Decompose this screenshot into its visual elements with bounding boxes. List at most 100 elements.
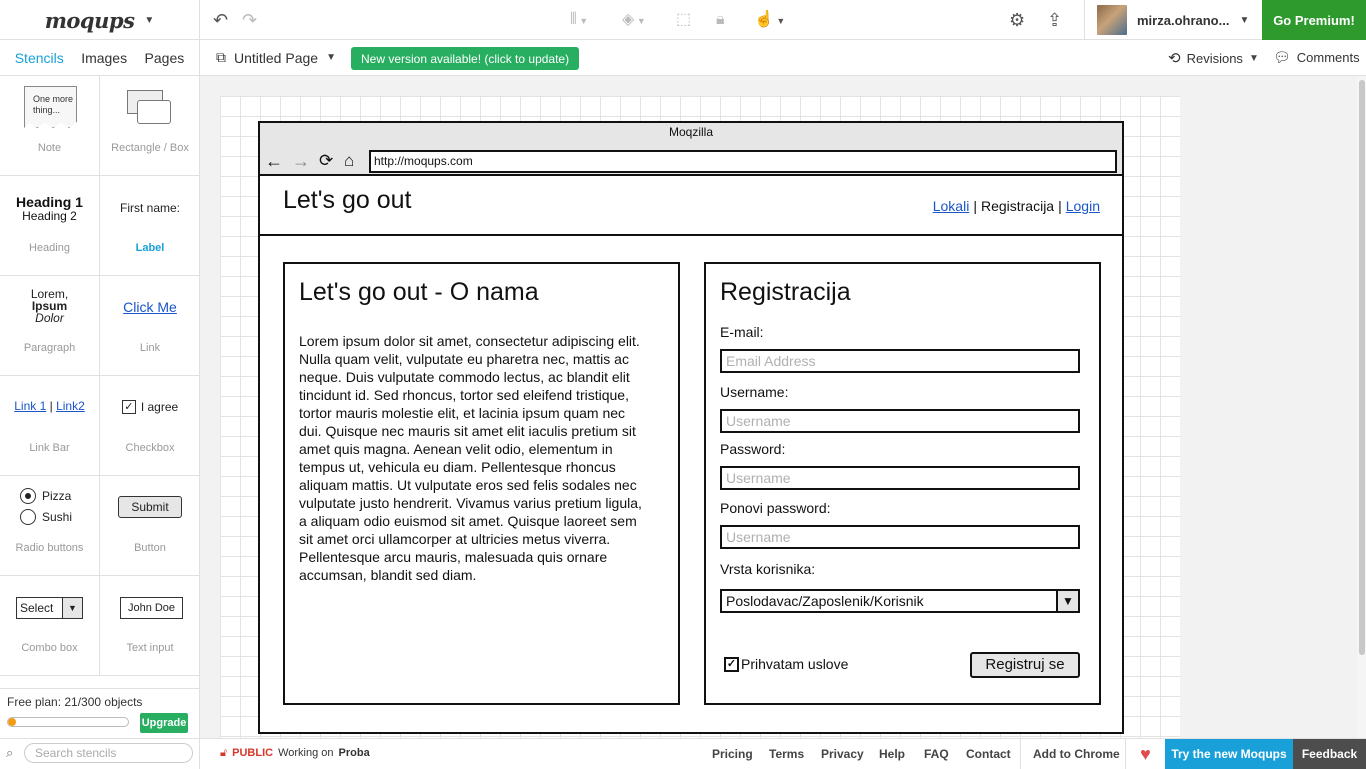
header-divider bbox=[260, 234, 1122, 236]
project-status: 🔓︎ PUBLIC Working on Proba bbox=[220, 747, 370, 760]
heart-icon[interactable]: ♥ bbox=[1125, 739, 1165, 769]
user-type-label[interactable]: Vrsta korisnika: bbox=[720, 561, 815, 577]
try-new-moqups-button[interactable]: Try the new Moqups bbox=[1165, 739, 1293, 769]
repeat-password-field[interactable]: Username bbox=[720, 525, 1080, 549]
username-label[interactable]: Username: bbox=[720, 384, 788, 400]
combo-preview-text: Select bbox=[20, 601, 54, 615]
stencil-label: Link bbox=[139, 342, 161, 354]
chevron-down-icon: ▼ bbox=[144, 14, 155, 26]
share-icon[interactable]: ⇪ bbox=[1047, 10, 1062, 30]
footer-link-faq[interactable]: FAQ bbox=[924, 747, 949, 761]
upgrade-button[interactable]: Upgrade bbox=[140, 713, 188, 733]
stencil-link-bar[interactable]: Link 1 | Link2 Link Bar bbox=[0, 376, 100, 476]
nav-link-registracija[interactable]: Registracija bbox=[981, 198, 1054, 214]
forward-arrow-icon: → bbox=[292, 151, 310, 171]
frame-icon[interactable]: ⬚ bbox=[676, 10, 691, 30]
password-field[interactable]: Username bbox=[720, 466, 1080, 490]
public-badge[interactable]: PUBLIC bbox=[232, 747, 273, 760]
update-notice-button[interactable]: New version available! (click to update) bbox=[351, 47, 580, 70]
nav-link-lokali[interactable]: Lokali bbox=[933, 198, 970, 214]
about-panel[interactable]: Let's go out - O nama Lorem ipsum dolor … bbox=[283, 262, 680, 705]
rectangle-preview bbox=[137, 100, 171, 124]
url-bar[interactable]: http://moqups.com bbox=[369, 150, 1117, 173]
stencil-label: Heading bbox=[29, 242, 70, 254]
layers-icon[interactable]: ◈ ▼ bbox=[622, 10, 646, 31]
project-name: Proba bbox=[338, 747, 370, 759]
label-preview: First name: bbox=[119, 201, 180, 215]
about-paragraph[interactable]: Lorem ipsum dolor sit amet, consectetur … bbox=[299, 332, 651, 584]
scrollbar-thumb[interactable] bbox=[1359, 80, 1365, 655]
footer-link-terms[interactable]: Terms bbox=[769, 747, 804, 761]
footer-divider bbox=[1020, 739, 1021, 769]
feedback-button[interactable]: Feedback bbox=[1293, 739, 1366, 769]
site-nav-link-bar[interactable]: Lokali | Registracija | Login bbox=[933, 198, 1100, 214]
interaction-icon[interactable]: ☝ ▼ bbox=[754, 10, 785, 31]
go-premium-button[interactable]: Go Premium! bbox=[1262, 0, 1366, 40]
stencil-heading[interactable]: Heading 1 Heading 2 Heading bbox=[0, 176, 100, 276]
stencil-button[interactable]: Submit Button bbox=[100, 476, 199, 576]
stencil-label: Rectangle / Box bbox=[111, 142, 189, 154]
stencil-note[interactable]: One more thing... Note bbox=[0, 76, 100, 176]
stencil-label: Radio buttons bbox=[15, 542, 84, 554]
lock-icon[interactable]: 🔒︎ bbox=[716, 10, 725, 30]
logo-menu[interactable]: moqups ▼ bbox=[0, 0, 200, 40]
plan-progress-bar bbox=[7, 717, 129, 727]
comments-button[interactable]: 💬︎ Comments bbox=[1273, 49, 1360, 66]
footer-link-pricing[interactable]: Pricing bbox=[712, 747, 753, 761]
tab-images[interactable]: Images bbox=[81, 50, 127, 66]
chevron-down-icon: ▼ bbox=[1239, 14, 1250, 26]
footer-bar: ⌕ 🔓︎ PUBLIC Working on Proba Pricing Ter… bbox=[0, 738, 1366, 769]
footer-link-privacy[interactable]: Privacy bbox=[821, 747, 864, 761]
email-field[interactable]: Email Address bbox=[720, 349, 1080, 373]
stencil-link[interactable]: Click Me Link bbox=[100, 276, 199, 376]
footer-link-help[interactable]: Help bbox=[879, 747, 905, 761]
terms-checkbox[interactable]: ✓ Prihvatam uslove bbox=[724, 656, 848, 672]
stencil-text-input[interactable]: John Doe Text input bbox=[100, 576, 199, 676]
stencil-combo-box[interactable]: Select ▼ Combo box bbox=[0, 576, 100, 676]
paragraph-preview-3: Dolor bbox=[35, 311, 64, 325]
user-menu[interactable]: mirza.ohrano... ▼ bbox=[1084, 0, 1262, 40]
checkbox-checked-icon: ✓ bbox=[724, 656, 739, 672]
repeat-password-label[interactable]: Ponovi password: bbox=[720, 500, 831, 516]
nav-link-login[interactable]: Login bbox=[1066, 198, 1100, 214]
browser-window-title: Moqzilla bbox=[668, 125, 713, 139]
email-label[interactable]: E-mail: bbox=[720, 324, 764, 340]
undo-icon[interactable]: ↶ bbox=[213, 10, 228, 30]
stencil-label: Button bbox=[134, 542, 166, 554]
checkbox-checked-icon: ✓ bbox=[121, 400, 136, 414]
stencil-checkbox[interactable]: ✓ I agree Checkbox bbox=[100, 376, 199, 476]
register-button[interactable]: Registruj se bbox=[970, 652, 1080, 678]
registration-heading[interactable]: Registracija bbox=[720, 278, 851, 307]
user-type-select[interactable]: Poslodavac/Zaposlenik/Korisnik ▼ bbox=[720, 589, 1080, 613]
search-input[interactable] bbox=[24, 743, 193, 763]
stencil-rectangle[interactable]: Rectangle / Box bbox=[100, 76, 199, 176]
password-label[interactable]: Password: bbox=[720, 441, 785, 457]
add-to-chrome-link[interactable]: Add to Chrome bbox=[1033, 747, 1120, 761]
revisions-button[interactable]: ⟲ Revisions ▼ bbox=[1168, 49, 1259, 67]
heading1-preview: Heading 1 bbox=[16, 194, 83, 210]
gear-icon[interactable]: ⚙ bbox=[1009, 10, 1025, 30]
page-selector[interactable]: ⧉ Untitled Page ▼ bbox=[216, 49, 336, 66]
stencil-label: Link Bar bbox=[29, 442, 70, 454]
page-title: Untitled Page bbox=[234, 49, 319, 66]
redo-icon[interactable]: ↷ bbox=[242, 10, 257, 30]
moqups-logo: moqups bbox=[44, 7, 135, 33]
chevron-down-icon: ▼ bbox=[1056, 591, 1078, 611]
stencil-label: Note bbox=[37, 142, 62, 154]
about-heading[interactable]: Let's go out - O nama bbox=[299, 278, 539, 307]
stencil-radio-buttons[interactable]: Pizza Sushi Radio buttons bbox=[0, 476, 100, 576]
registration-panel[interactable]: Registracija E-mail: Email Address Usern… bbox=[704, 262, 1101, 705]
align-icon[interactable]: ⫴ ▼ bbox=[570, 10, 588, 31]
stencil-label-item[interactable]: First name: Label bbox=[100, 176, 199, 276]
tab-stencils[interactable]: Stencils bbox=[15, 50, 64, 66]
site-title[interactable]: Let's go out bbox=[283, 186, 411, 215]
button-preview: Submit bbox=[118, 496, 182, 518]
stencil-paragraph[interactable]: Lorem, Ipsum Dolor Paragraph bbox=[0, 276, 100, 376]
radio-preview-text: Sushi bbox=[42, 510, 73, 524]
username-field[interactable]: Username bbox=[720, 409, 1080, 433]
footer-link-contact[interactable]: Contact bbox=[966, 747, 1011, 761]
link-bar-preview-2: Link2 bbox=[56, 399, 85, 413]
browser-mockup[interactable]: Moqzilla ← → ⟳ ⌂ http://moqups.com Let's… bbox=[258, 121, 1124, 734]
chevron-down-icon: ▼ bbox=[326, 52, 336, 63]
tab-pages[interactable]: Pages bbox=[145, 50, 185, 66]
